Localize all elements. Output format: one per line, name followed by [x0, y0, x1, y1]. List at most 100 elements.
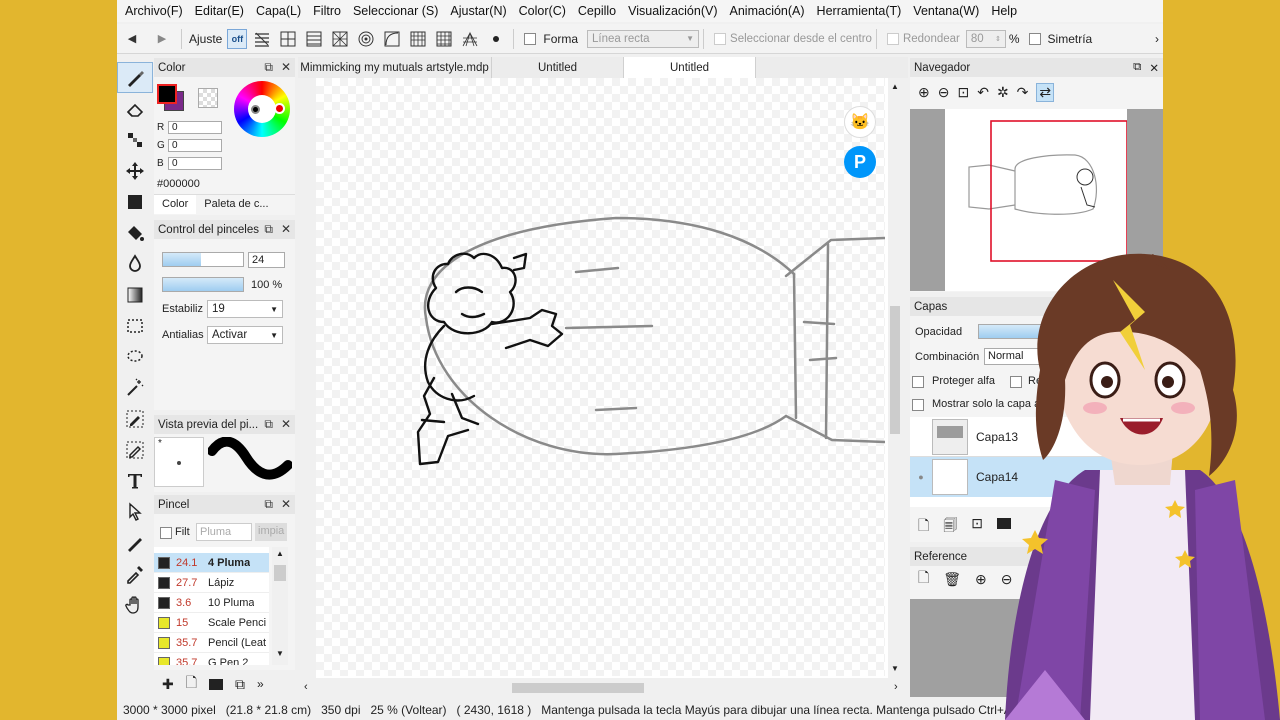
- rounded-spinner[interactable]: 80 ⇕: [965, 29, 1006, 48]
- tab-document-1[interactable]: Mimmicking my mutuals artstyle.mdp: [298, 57, 492, 78]
- select-tool[interactable]: [117, 310, 153, 341]
- operation-tool[interactable]: [117, 496, 153, 527]
- scroll-right-icon[interactable]: ›: [894, 681, 898, 693]
- color-wheel[interactable]: [234, 81, 290, 137]
- eraser-tool[interactable]: [117, 93, 153, 124]
- close-icon[interactable]: ✕: [281, 60, 291, 75]
- size-slider[interactable]: [162, 252, 244, 267]
- brush-list-item[interactable]: 15 Scale Penci: [154, 613, 269, 633]
- new-reference-icon[interactable]: 🗋: [918, 567, 929, 591]
- folder-icon[interactable]: [209, 678, 223, 690]
- pixiv-icon[interactable]: P: [844, 146, 876, 178]
- fill-rect-tool[interactable]: [117, 186, 153, 217]
- new-file-icon[interactable]: 🗋: [186, 672, 197, 696]
- close-icon[interactable]: ✕: [281, 222, 291, 237]
- menu-herramienta[interactable]: Herramienta(T): [813, 4, 910, 18]
- hex-value[interactable]: #000000: [157, 178, 200, 190]
- text-tool[interactable]: [117, 465, 153, 496]
- menu-seleccionar[interactable]: Seleccionar (S): [349, 4, 446, 18]
- horizontal-snap-icon[interactable]: [303, 28, 325, 50]
- drawing-canvas[interactable]: [298, 78, 895, 678]
- close-icon[interactable]: ✕: [1149, 61, 1159, 75]
- r-input[interactable]: 0: [168, 121, 222, 134]
- close-icon[interactable]: ✕: [281, 417, 291, 432]
- cross-snap-icon[interactable]: [277, 28, 299, 50]
- brush-list-scrollbar[interactable]: ▲ ▼: [272, 547, 288, 665]
- select-eraser-tool[interactable]: [117, 434, 153, 465]
- rotate-reset-icon[interactable]: ✲: [997, 84, 1009, 101]
- undock-icon[interactable]: ⧉: [264, 497, 273, 512]
- size-input[interactable]: 24: [248, 252, 285, 268]
- horizontal-scroll-thumb[interactable]: [512, 683, 644, 693]
- snap-off-button[interactable]: off: [227, 28, 248, 49]
- scroll-thumb[interactable]: [274, 565, 286, 581]
- filter-input[interactable]: Pluma: [196, 523, 252, 541]
- show-active-only-checkbox[interactable]: [912, 399, 924, 411]
- zoom-in-icon[interactable]: ⊕: [918, 84, 930, 101]
- curve-snap-icon[interactable]: [381, 28, 403, 50]
- center-select-checkbox[interactable]: [714, 32, 727, 45]
- eyedropper-tool[interactable]: [117, 558, 153, 589]
- fill-tool[interactable]: [117, 248, 153, 279]
- copy-icon[interactable]: ⧉: [235, 676, 245, 693]
- parallel-snap-icon[interactable]: [251, 28, 273, 50]
- rotate-left-icon[interactable]: ↶: [977, 84, 989, 101]
- stabilizer-select[interactable]: 19 ▼: [207, 300, 283, 318]
- menu-color[interactable]: Color(C): [515, 4, 574, 18]
- forma-checkbox[interactable]: [524, 32, 537, 45]
- undock-icon[interactable]: ⧉: [264, 222, 273, 237]
- pen-tool[interactable]: [117, 527, 153, 558]
- rounded-checkbox[interactable]: [886, 32, 899, 45]
- canvas-horizontal-scrollbar[interactable]: ‹ ›: [298, 680, 908, 696]
- menu-ajustar[interactable]: Ajustar(N): [446, 4, 514, 18]
- b-input[interactable]: 0: [168, 157, 222, 170]
- lasso-tool[interactable]: [117, 341, 153, 372]
- filter-checkbox[interactable]: [160, 527, 172, 539]
- hand-tool[interactable]: [117, 589, 153, 620]
- scroll-up-icon[interactable]: ▲: [891, 82, 899, 91]
- more-icon[interactable]: »: [257, 677, 264, 691]
- forma-select[interactable]: Línea recta ▼: [587, 29, 700, 48]
- transparent-canvas[interactable]: [316, 78, 887, 676]
- grid-snap-icon[interactable]: [433, 28, 455, 50]
- brush-tool[interactable]: [117, 62, 153, 93]
- scroll-left-icon[interactable]: ‹: [304, 681, 308, 693]
- flip-icon[interactable]: ⇄: [1036, 82, 1055, 102]
- menu-archivo[interactable]: Archivo(F): [121, 4, 191, 18]
- zoom-fit-icon[interactable]: ⊡: [957, 84, 969, 101]
- brush-list-item[interactable]: 3.6 10 Pluma: [154, 593, 269, 613]
- move-tool[interactable]: [117, 155, 153, 186]
- toolbar-overflow-icon[interactable]: ›: [1155, 32, 1159, 46]
- vanishing-snap-icon[interactable]: [459, 28, 481, 50]
- undock-icon[interactable]: ⧉: [1133, 61, 1141, 75]
- menu-editar[interactable]: Editar(E): [191, 4, 252, 18]
- scroll-down-icon[interactable]: ▼: [276, 649, 284, 658]
- tab-palette[interactable]: Paleta de c...: [196, 195, 276, 214]
- radial-snap-icon[interactable]: [329, 28, 351, 50]
- dot-icon[interactable]: [485, 28, 507, 50]
- menu-cepillo[interactable]: Cepillo: [574, 4, 624, 18]
- tab-document-2[interactable]: Untitled: [492, 57, 624, 78]
- bucket-tool[interactable]: [117, 217, 153, 248]
- g-input[interactable]: 0: [168, 139, 222, 152]
- tab-document-3[interactable]: Untitled: [624, 57, 756, 78]
- medibang-mascot-icon[interactable]: 🐱: [844, 106, 876, 138]
- circle-snap-icon[interactable]: [355, 28, 377, 50]
- tab-color[interactable]: Color: [154, 195, 197, 214]
- rotate-right-icon[interactable]: ↷: [1017, 84, 1029, 101]
- brush-list-item[interactable]: 35.7 G Pen 2: [154, 653, 269, 665]
- clear-filter-button[interactable]: impia: [255, 523, 287, 541]
- brush-list-item[interactable]: 35.7 Pencil (Leat: [154, 633, 269, 653]
- undock-icon[interactable]: ⧉: [264, 417, 273, 432]
- brush-list-item[interactable]: 27.7 Lápiz: [154, 573, 269, 593]
- layer-1bit-icon[interactable]: ⊡: [971, 515, 983, 539]
- add-brush-icon[interactable]: ✚: [162, 676, 174, 693]
- menu-animacion[interactable]: Animación(A): [726, 4, 813, 18]
- scroll-up-icon[interactable]: ▲: [276, 549, 284, 558]
- prev-arrow-icon[interactable]: ◀: [117, 32, 147, 45]
- vertical-scroll-thumb[interactable]: [890, 306, 900, 434]
- visibility-eye-icon[interactable]: ●: [910, 472, 932, 482]
- opacity-slider[interactable]: [162, 277, 244, 292]
- next-arrow-icon[interactable]: ▶: [147, 32, 177, 45]
- protect-alpha-checkbox[interactable]: [912, 376, 924, 388]
